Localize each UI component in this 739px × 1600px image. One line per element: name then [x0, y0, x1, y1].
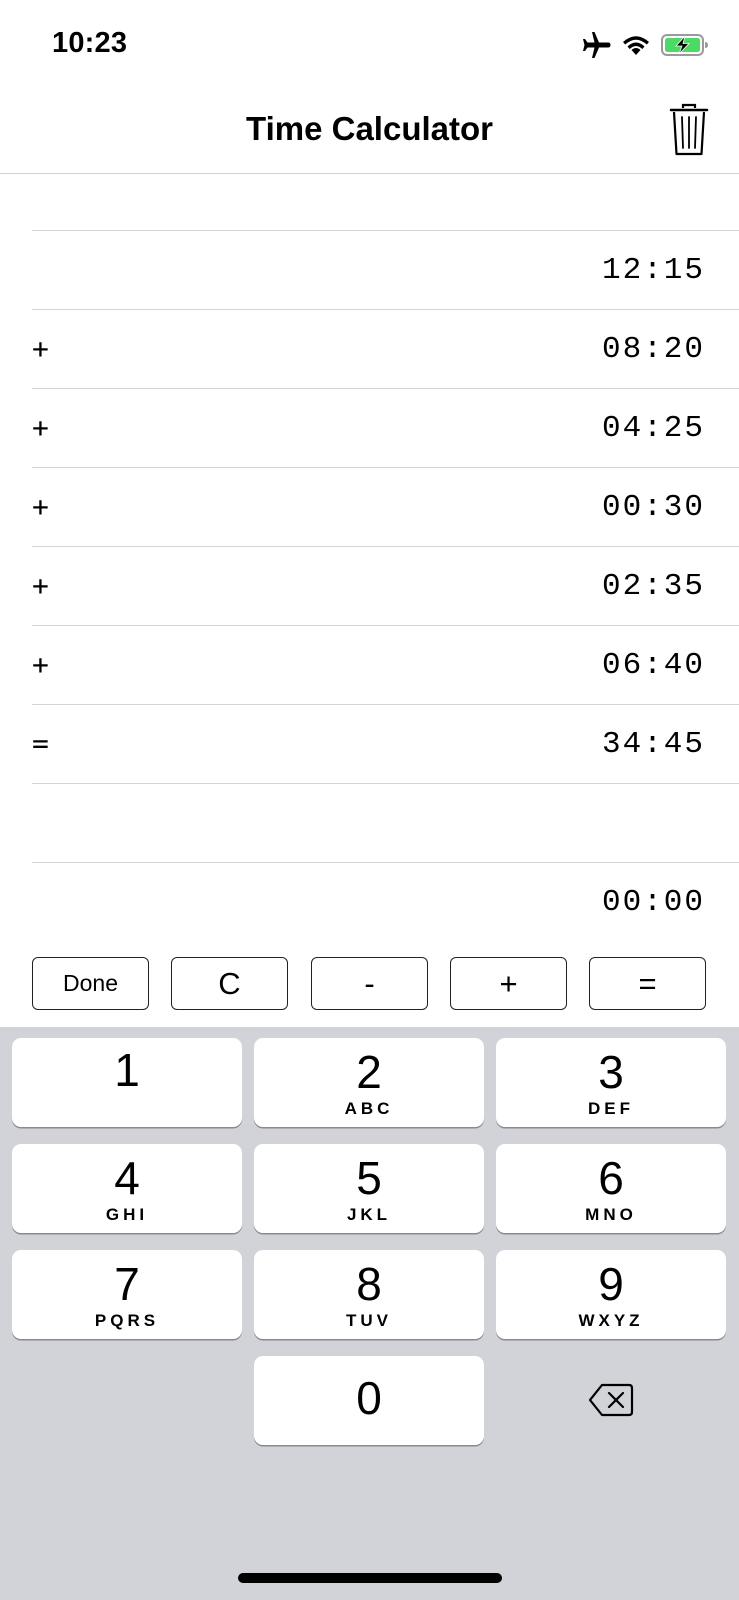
key-4[interactable]: 4 GHI: [12, 1144, 242, 1233]
key-letters: TUV: [346, 1311, 392, 1330]
key-7[interactable]: 7 PQRS: [12, 1250, 242, 1339]
page-title: Time Calculator: [246, 110, 493, 147]
key-digit: 7: [114, 1258, 140, 1310]
calc-row[interactable]: + 04:25: [32, 389, 739, 468]
key-letters: JKL: [346, 1205, 392, 1224]
key-letters: PQRS: [94, 1311, 160, 1330]
key-letters: WXYZ: [578, 1311, 644, 1330]
clear-button[interactable]: C: [171, 957, 288, 1010]
key-1[interactable]: 1: [12, 1038, 242, 1127]
backspace-key[interactable]: [496, 1355, 726, 1444]
key-letters: DEF: [588, 1099, 634, 1118]
row-operator: +: [32, 648, 49, 681]
home-indicator: [238, 1573, 502, 1583]
wifi-icon: [621, 33, 651, 57]
key-0[interactable]: 0: [254, 1356, 484, 1445]
equals-button[interactable]: =: [589, 957, 706, 1010]
calc-row[interactable]: + 00:30: [32, 468, 739, 547]
numeric-keypad: 1 2 ABC 3 DEF 4 GHI 5 JKL 6 MNO 7 PQRS 8…: [0, 1027, 739, 1600]
row-value: 04:25: [601, 411, 705, 446]
operator-toolbar: Done C - + =: [0, 939, 739, 1027]
key-letters: ABC: [344, 1099, 394, 1118]
calc-row[interactable]: 12:15: [32, 231, 739, 310]
key-digit: 0: [356, 1372, 382, 1424]
trash-button[interactable]: [668, 103, 710, 157]
calc-row[interactable]: [32, 174, 739, 231]
calc-row[interactable]: [32, 784, 739, 863]
row-operator: +: [32, 569, 49, 602]
key-digit: 3: [598, 1046, 624, 1098]
row-value: 00:30: [601, 490, 705, 525]
key-digit: 5: [356, 1152, 382, 1204]
minus-button[interactable]: -: [311, 957, 428, 1010]
nav-bar: Time Calculator: [0, 88, 739, 174]
plus-button[interactable]: +: [450, 957, 567, 1010]
status-bar: 10:23: [0, 0, 739, 88]
key-digit: 9: [598, 1258, 624, 1310]
row-value: 02:35: [601, 569, 705, 604]
key-digit: 1: [114, 1044, 140, 1096]
airplane-icon: [579, 30, 611, 60]
trash-icon: [668, 103, 710, 161]
row-value: 12:15: [601, 253, 705, 288]
status-icons: [579, 30, 709, 60]
key-digit: 2: [356, 1046, 382, 1098]
key-digit: 8: [356, 1258, 382, 1310]
key-3[interactable]: 3 DEF: [496, 1038, 726, 1127]
done-button[interactable]: Done: [32, 957, 149, 1010]
key-6[interactable]: 6 MNO: [496, 1144, 726, 1233]
key-8[interactable]: 8 TUV: [254, 1250, 484, 1339]
row-operator: =: [32, 727, 49, 760]
row-operator: +: [32, 332, 49, 365]
row-value: 08:20: [601, 332, 705, 367]
key-9[interactable]: 9 WXYZ: [496, 1250, 726, 1339]
status-time: 10:23: [52, 27, 128, 59]
row-value: 34:45: [601, 727, 705, 762]
calc-row[interactable]: + 08:20: [32, 310, 739, 389]
key-letters: MNO: [585, 1205, 637, 1224]
key-letters: GHI: [105, 1205, 149, 1224]
row-operator: +: [32, 490, 49, 523]
key-digit: 6: [598, 1152, 624, 1204]
key-digit: 4: [114, 1152, 140, 1204]
time-input-field[interactable]: 00:00: [32, 863, 739, 942]
battery-charging-icon: [661, 33, 709, 57]
calc-row[interactable]: + 06:40: [32, 626, 739, 705]
input-value: 00:00: [601, 885, 705, 920]
row-operator: +: [32, 411, 49, 444]
key-5[interactable]: 5 JKL: [254, 1144, 484, 1233]
calc-row[interactable]: + 02:35: [32, 547, 739, 626]
backspace-icon: [588, 1383, 634, 1417]
calc-row-result[interactable]: = 34:45: [32, 705, 739, 784]
row-value: 06:40: [601, 648, 705, 683]
key-2[interactable]: 2 ABC: [254, 1038, 484, 1127]
calculation-list: 12:15 + 08:20 + 04:25 + 00:30 + 02:35 + …: [0, 174, 739, 942]
